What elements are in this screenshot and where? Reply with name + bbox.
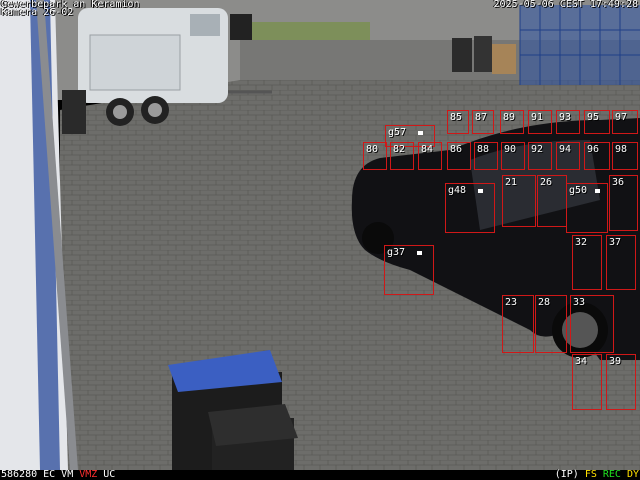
detection-label: 86 (450, 144, 463, 155)
timestamp-label: 2025-05-06 CEST 17:49:28 (493, 0, 639, 10)
detection-label: 36 (612, 177, 625, 188)
status-flag-dy: DY (626, 469, 639, 480)
detection-box[interactable]: 33 (570, 295, 614, 353)
status-flag-uc: UC (103, 469, 116, 480)
status-flag-fs: FS (584, 469, 597, 480)
status-flag-ec: EC (43, 469, 56, 480)
status-bar: 586280 EC VM VMZ UC (IP) FS REC DY (0, 470, 640, 480)
detection-label: 21 (505, 177, 518, 188)
detection-label: 23 (505, 297, 518, 308)
detection-box[interactable]: g50 (566, 183, 608, 233)
detection-box[interactable]: 90 (501, 142, 525, 170)
detection-label: 98 (615, 144, 628, 155)
detection-label: 93 (559, 112, 572, 123)
background-bin (230, 14, 252, 40)
status-flag-rec: REC (602, 469, 621, 480)
detection-label: 28 (538, 297, 551, 308)
detection-label: 84 (421, 144, 434, 155)
detection-label: g48 (448, 185, 467, 196)
detection-box[interactable]: 92 (528, 142, 552, 170)
detection-label: 92 (531, 144, 544, 155)
detection-box[interactable]: 96 (584, 142, 610, 170)
detection-label: 94 (559, 144, 572, 155)
status-flag-ip: (IP) (554, 469, 579, 480)
detection-box[interactable]: 32 (572, 235, 602, 290)
detection-box[interactable]: 85 (447, 110, 469, 134)
detection-box[interactable]: 26 (537, 175, 567, 227)
detection-box[interactable]: 91 (528, 110, 552, 134)
detection-label: 82 (393, 144, 406, 155)
detection-box[interactable]: 82 (390, 142, 414, 170)
detection-label: 91 (531, 112, 544, 123)
detection-label: 88 (477, 144, 490, 155)
detection-box[interactable]: 86 (447, 142, 471, 170)
detection-label: 97 (615, 112, 628, 123)
detection-box[interactable]: 34 (572, 354, 602, 410)
detection-box[interactable]: 23 (502, 295, 534, 353)
detection-box[interactable]: 80 (363, 142, 387, 170)
detection-box[interactable]: 28 (535, 295, 567, 353)
background-bin (452, 38, 472, 72)
detection-label: 80 (366, 144, 379, 155)
detection-box[interactable]: 98 (612, 142, 638, 170)
detection-label: 34 (575, 356, 588, 367)
detection-box[interactable]: 36 (609, 175, 638, 231)
detection-box[interactable]: 95 (584, 110, 610, 134)
background-bin (474, 36, 492, 72)
detection-label: 32 (575, 237, 588, 248)
detection-label: 89 (503, 112, 516, 123)
detection-box[interactable]: 87 (472, 110, 494, 134)
detection-label: 39 (609, 356, 622, 367)
detection-label: 95 (587, 112, 600, 123)
grass-strip (250, 22, 370, 40)
status-right: (IP) FS REC DY (555, 470, 639, 480)
detection-label: 33 (573, 297, 586, 308)
detection-label: 87 (475, 112, 488, 123)
detection-box[interactable]: 89 (500, 110, 524, 134)
detection-box[interactable]: 37 (606, 235, 636, 290)
detection-label: 85 (450, 112, 463, 123)
status-flag-vm: VM (61, 469, 74, 480)
detection-label: 26 (540, 177, 553, 188)
detection-box[interactable]: 84 (418, 142, 442, 170)
camera-view (0, 0, 640, 480)
detection-box[interactable]: 93 (556, 110, 580, 134)
camera-id-label: Kamera 26-02 (1, 7, 74, 18)
detection-label: g50 (569, 185, 588, 196)
detection-label: 96 (587, 144, 600, 155)
frame-counter: 586280 (1, 469, 38, 480)
detection-box[interactable]: 94 (556, 142, 580, 170)
status-left: 586280 EC VM VMZ UC (1, 470, 121, 480)
small-bin (62, 90, 86, 134)
pallets (492, 44, 516, 74)
detection-label: 37 (609, 237, 622, 248)
detection-label: 90 (504, 144, 517, 155)
detection-box[interactable]: g48 (445, 183, 495, 233)
detection-label: g37 (387, 247, 406, 258)
detection-box[interactable]: 39 (606, 354, 636, 410)
detection-box[interactable]: 21 (502, 175, 536, 227)
detection-box[interactable]: 97 (612, 110, 638, 134)
status-flag-vmz: VMZ (79, 469, 98, 480)
detection-label: g57 (388, 127, 407, 138)
detection-box[interactable]: 88 (474, 142, 498, 170)
detection-box[interactable]: g37 (384, 245, 434, 295)
